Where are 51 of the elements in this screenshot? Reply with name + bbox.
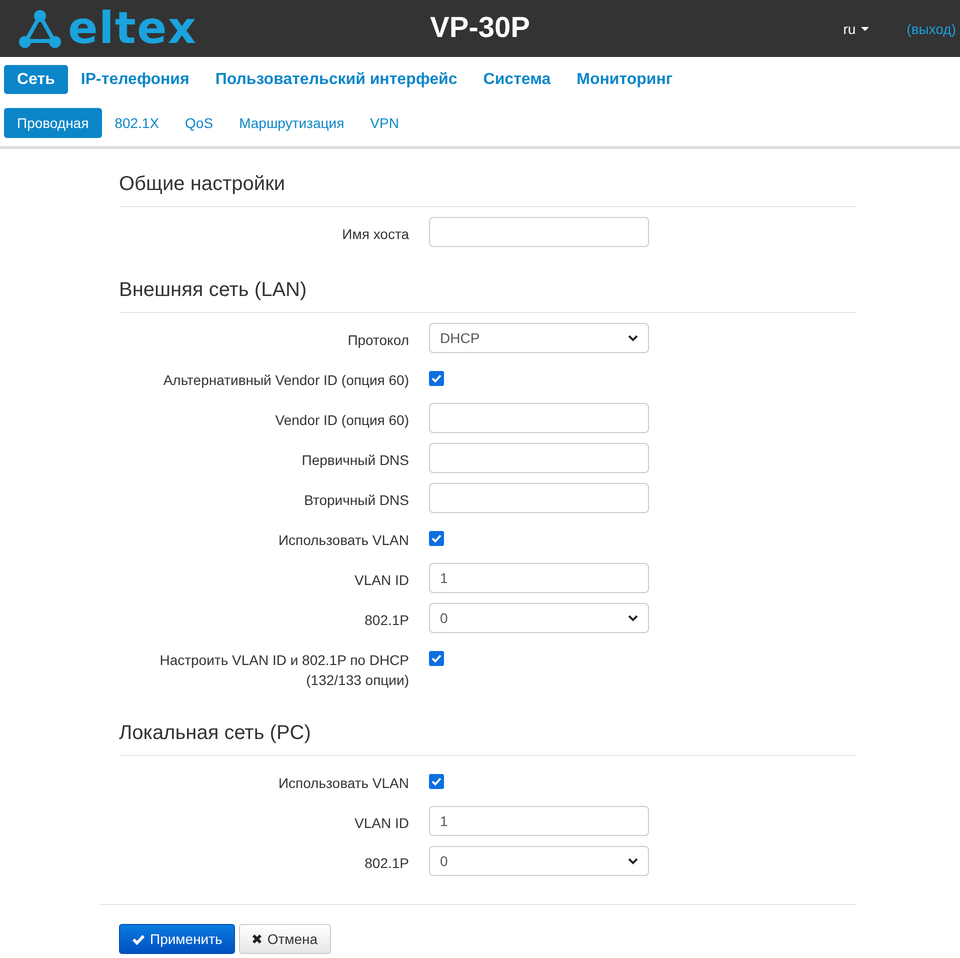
field-label: Вторичный DNS xyxy=(303,491,409,510)
subnav-tab[interactable]: VPN xyxy=(357,108,412,138)
field-label: VLAN ID xyxy=(354,571,409,590)
nav-tab[interactable]: Сеть xyxy=(4,65,68,94)
input-field[interactable] xyxy=(429,443,649,473)
chevron-icon xyxy=(628,334,638,342)
subnav-tab[interactable]: Маршрутизация xyxy=(226,108,358,138)
cancel-button[interactable]: Отмена xyxy=(239,924,331,954)
field-label: 802.1P xyxy=(364,854,409,873)
language-dropdown[interactable]: ru xyxy=(843,20,869,36)
input-field[interactable]: 1 xyxy=(429,563,649,593)
checkbox[interactable] xyxy=(429,371,444,386)
input-field[interactable] xyxy=(429,403,649,433)
field-label: Альтернативный Vendor ID (опция 60) xyxy=(162,371,409,390)
logout-link[interactable]: (выход) xyxy=(906,20,956,36)
field-label: Настроить VLAN ID и 802.1P по DHCP (132/133 опции) xyxy=(158,651,409,690)
field-label: Vendor ID (опция 60) xyxy=(274,411,409,430)
select-dropdown[interactable]: 0 xyxy=(429,603,649,633)
select-dropdown[interactable]: DHCP xyxy=(429,323,649,353)
field-label: Первичный DNS xyxy=(300,451,409,470)
checkbox[interactable] xyxy=(429,651,444,666)
nav-tab[interactable]: Система xyxy=(470,65,564,94)
input-field[interactable] xyxy=(429,217,649,247)
nav-tab[interactable]: Пользовательский интерфейс xyxy=(202,65,470,94)
checkbox[interactable] xyxy=(429,774,444,789)
nav-tab[interactable]: IP-телефония xyxy=(68,65,202,94)
nav-tab[interactable]: Мониторинг xyxy=(564,65,686,94)
chevron-icon xyxy=(628,858,638,864)
select-dropdown[interactable]: 0 xyxy=(429,846,649,876)
field-label: 802.1P xyxy=(364,611,409,630)
field-label: Использовать VLAN xyxy=(277,774,409,793)
logo-icon xyxy=(18,8,62,48)
input-field[interactable] xyxy=(429,483,649,513)
device-title: VP-30P xyxy=(430,12,530,45)
section-title: Общие настройки xyxy=(119,169,857,207)
field-label: Использовать VLAN xyxy=(277,531,409,550)
field-label: Протокол xyxy=(346,331,409,350)
subnav-tab[interactable]: QoS xyxy=(172,108,226,138)
logo-text: eltex xyxy=(68,6,198,50)
input-field[interactable]: 1 xyxy=(429,806,649,836)
apply-button[interactable]: Применить xyxy=(119,924,236,954)
subnav-tab[interactable]: 802.1X xyxy=(102,108,172,138)
field-label: Имя хоста xyxy=(341,225,409,244)
subnav-tab[interactable]: Проводная xyxy=(4,108,102,138)
checkbox[interactable] xyxy=(429,531,444,546)
check-icon xyxy=(132,934,145,944)
field-label: VLAN ID xyxy=(354,814,409,833)
section-title: Локальная сеть (PC) xyxy=(119,718,857,756)
chevron-icon xyxy=(628,614,638,622)
section-title: Внешняя сеть (LAN) xyxy=(119,275,857,313)
close-icon xyxy=(252,934,262,944)
